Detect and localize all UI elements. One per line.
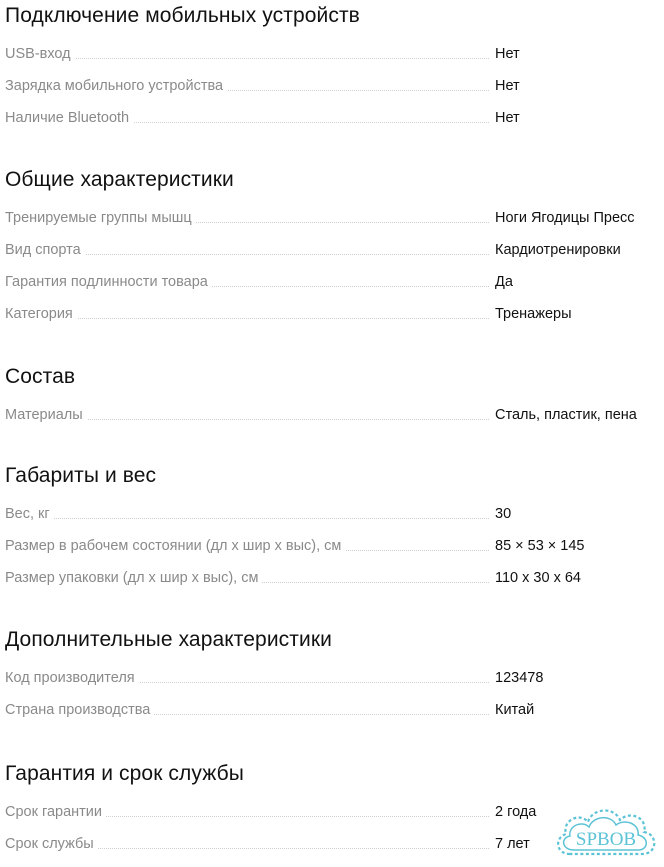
spec-row: Наличие Bluetooth Нет [5, 108, 664, 128]
spec-row: Категория Тренажеры [5, 304, 664, 324]
spec-row: Вид спорта Кардиотренировки [5, 240, 664, 260]
dotted-leader [5, 518, 489, 519]
spec-label: Наличие Bluetooth [5, 108, 134, 128]
spec-value: Сталь, пластик, пена [495, 407, 637, 423]
spec-label: Срок гарантии [5, 802, 106, 822]
spec-value: Да [495, 274, 513, 290]
section-title: Подключение мобильных устройств [5, 4, 360, 27]
watermark-text: SPBOB [576, 829, 636, 850]
cloud-logo-icon: SPBOB [557, 809, 656, 856]
section-title: Состав [5, 365, 76, 388]
spec-value: 7 лет [495, 836, 530, 852]
spec-row: Размер в рабочем состоянии (дл х шир х в… [5, 536, 664, 556]
dotted-leader [5, 58, 489, 59]
spec-value: 2 года [495, 804, 537, 820]
spec-value: Нет [495, 46, 520, 62]
spec-label: Код производителя [5, 668, 139, 688]
section-title: Общие характеристики [5, 168, 234, 191]
spec-value: Нет [495, 110, 520, 126]
spec-value: 110 x 30 x 64 [495, 570, 581, 586]
spec-value: Кардиотренировки [495, 242, 621, 258]
spec-label: Вес, кг [5, 504, 54, 524]
dotted-leader [5, 318, 489, 319]
spec-row: Страна производства Китай [5, 700, 664, 720]
spec-row: Код производителя 123478 [5, 668, 664, 688]
spec-label: Тренируемые группы мышц [5, 208, 196, 228]
spec-row: Размер упаковки (дл х шир х выс), см 110 … [5, 568, 664, 588]
spec-label: Гарантия подлинности товара [5, 272, 212, 292]
spec-label: Размер в рабочем состоянии (дл х шир х в… [5, 536, 346, 556]
watermark-logo: SPBOB [548, 796, 662, 866]
spec-value: 85 × 53 × 145 [495, 538, 585, 554]
spec-label: Срок службы [5, 834, 98, 854]
spec-value: Нет [495, 78, 520, 94]
spec-label: Категория [5, 304, 77, 324]
section-title: Гарантия и срок службы [5, 762, 244, 785]
spec-row: Тренируемые группы мышц Ноги Ягодицы Прес… [5, 208, 664, 228]
spec-row: Материалы Сталь, пластик, пена [5, 405, 664, 425]
spec-row: Зарядка мобильного устройства Нет [5, 76, 664, 96]
spec-value: Ноги Ягодицы Пресс [495, 210, 635, 226]
spec-label: Размер упаковки (дл х шир х выс), см [5, 568, 263, 588]
section-title: Дополнительные характеристики [5, 628, 332, 651]
spec-row: USB-вход Нет [5, 44, 664, 64]
spec-row: Гарантия подлинности товара Да [5, 272, 664, 292]
spec-value: Китай [495, 702, 535, 718]
spec-label: Вид спорта [5, 240, 85, 260]
spec-value: 30 [495, 506, 512, 522]
spec-label: Страна производства [5, 700, 155, 720]
spec-value: 123478 [495, 670, 544, 686]
spec-row: Вес, кг 30 [5, 504, 664, 524]
section-title: Габариты и вес [5, 464, 157, 487]
spec-label: Материалы [5, 405, 87, 425]
spec-label: USB-вход [5, 44, 75, 64]
spec-value: Тренажеры [495, 306, 572, 322]
spec-label: Зарядка мобильного устройства [5, 76, 228, 96]
